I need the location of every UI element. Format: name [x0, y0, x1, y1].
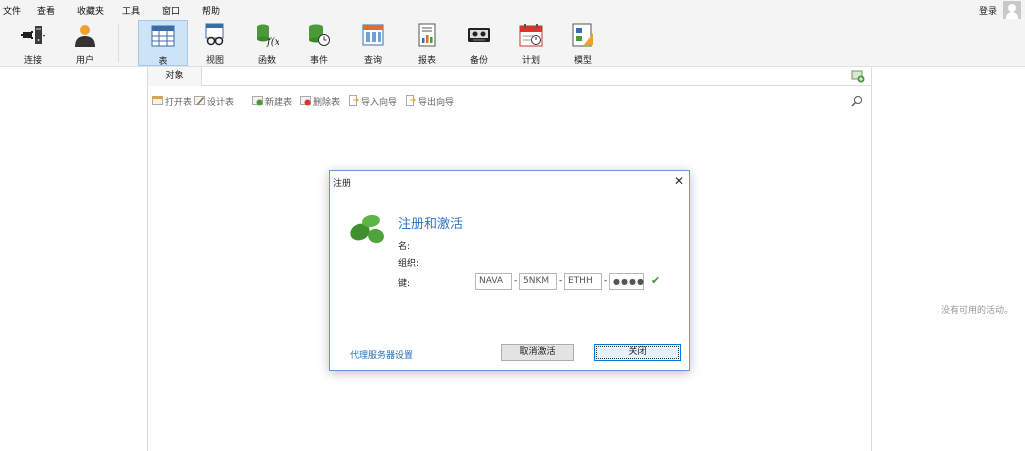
dialog-heading: 注册和激活 — [398, 217, 464, 232]
design-table-icon — [194, 96, 205, 105]
search-icon[interactable] — [851, 95, 863, 107]
table-button[interactable]: 表 — [138, 20, 188, 67]
user-button[interactable]: 用户 — [62, 20, 108, 66]
activity-panel: 没有可用的活动。 — [871, 67, 1025, 451]
model-label: 模型 — [573, 56, 592, 66]
import-wizard-action[interactable]: 导入向导 — [348, 95, 397, 108]
import-wizard-icon — [349, 95, 359, 106]
backup-label: 备份 — [469, 56, 488, 66]
close-button[interactable]: 关闭 — [594, 344, 681, 361]
calendar-icon — [519, 24, 543, 47]
model-icon — [572, 23, 593, 47]
report-label: 报表 — [417, 56, 436, 66]
event-icon — [309, 24, 330, 46]
deactivate-button[interactable]: 取消激活 — [501, 344, 574, 361]
object-tab-bar: 对象 — [148, 67, 871, 86]
import-wizard-label: 导入向导 — [361, 98, 398, 108]
view-icon — [205, 23, 224, 46]
key-field-4[interactable]: ●●●● — [609, 273, 644, 290]
key-separator: - — [514, 276, 518, 286]
key-field-3[interactable]: ETHH — [564, 273, 602, 290]
export-wizard-action[interactable]: 导出向导 — [405, 95, 454, 108]
toolbar-separator — [118, 24, 119, 62]
menu-tools[interactable]: 工具 — [122, 4, 140, 17]
open-table-label: 打开表 — [165, 98, 193, 108]
schedule-label: 计划 — [521, 56, 540, 66]
export-wizard-icon — [406, 95, 416, 106]
menu-bar: 文件 查看 收藏夹 工具 窗口 帮助 登录 — [0, 0, 1025, 20]
menu-view[interactable]: 查看 — [37, 4, 55, 17]
report-icon — [418, 23, 436, 47]
connect-label: 连接 — [23, 56, 42, 66]
registration-dialog: 注册 ✕ 注册和激活 名: 组织: 键: NAVA - 5NKM - ETHH … — [329, 170, 690, 371]
key-field-2[interactable]: 5NKM — [519, 273, 557, 290]
delete-table-label: 删除表 — [313, 98, 341, 108]
query-label: 查询 — [363, 56, 382, 66]
connection-tree-panel[interactable] — [0, 67, 148, 451]
key-label: 键: — [398, 279, 411, 289]
organization-label: 组织: — [398, 259, 420, 269]
report-button[interactable]: 报表 — [404, 20, 450, 66]
user-icon — [75, 25, 95, 47]
menu-help[interactable]: 帮助 — [202, 4, 220, 17]
new-table-icon — [252, 96, 263, 106]
key-field-1[interactable]: NAVA — [475, 273, 512, 290]
function-label: 函数 — [257, 56, 276, 66]
proxy-settings-link[interactable]: 代理服务器设置 — [350, 348, 413, 361]
query-icon — [362, 24, 384, 46]
open-table-action[interactable]: 打开表 — [152, 95, 192, 108]
schedule-button[interactable]: 计划 — [508, 20, 554, 66]
new-tab-icon[interactable] — [851, 70, 865, 83]
event-label: 事件 — [309, 56, 328, 66]
open-table-icon — [152, 96, 163, 105]
event-button[interactable]: 事件 — [296, 20, 342, 66]
connect-button[interactable]: 连接 — [8, 20, 58, 66]
main-toolbar: 连接 用户 表 视图 f(函数 事件 查询 报表 备份 计划 模型 — [0, 20, 1025, 67]
function-button[interactable]: f(x) 函数 — [244, 20, 290, 66]
menu-favorites[interactable]: 收藏夹 — [77, 4, 104, 17]
backup-button[interactable]: 备份 — [456, 20, 502, 66]
navicat-logo-icon — [350, 214, 384, 244]
menu-file[interactable]: 文件 — [3, 4, 21, 17]
svg-text:f(x): f(x) — [266, 37, 279, 47]
user-avatar-icon[interactable] — [1003, 1, 1021, 19]
export-wizard-label: 导出向导 — [418, 98, 455, 108]
design-table-label: 设计表 — [207, 98, 235, 108]
view-button[interactable]: 视图 — [192, 20, 238, 66]
delete-table-icon — [300, 96, 311, 106]
dialog-title: 注册 — [333, 179, 352, 189]
name-label: 名: — [398, 242, 411, 252]
no-activity-text: 没有可用的活动。 — [940, 306, 1013, 316]
table-label: 表 — [158, 57, 168, 67]
model-button[interactable]: 模型 — [560, 20, 606, 66]
tab-objects[interactable]: 对象 — [148, 67, 202, 86]
menu-window[interactable]: 窗口 — [162, 4, 180, 17]
view-label: 视图 — [205, 56, 224, 66]
valid-check-icon: ✔ — [651, 274, 661, 287]
object-toolbar: 打开表 设计表 新建表 删除表 导入向导 导出向导 — [148, 88, 871, 112]
table-icon — [151, 25, 175, 47]
key-separator: - — [604, 276, 608, 286]
new-table-action[interactable]: 新建表 — [252, 95, 292, 108]
close-icon[interactable]: ✕ — [674, 174, 684, 188]
backup-icon — [468, 28, 490, 42]
user-label: 用户 — [75, 56, 94, 66]
design-table-action[interactable]: 设计表 — [194, 95, 234, 108]
new-table-label: 新建表 — [265, 98, 293, 108]
plug-icon — [21, 26, 45, 44]
function-icon: f(x) — [257, 24, 279, 47]
delete-table-action[interactable]: 删除表 — [300, 95, 340, 108]
query-button[interactable]: 查询 — [350, 20, 396, 66]
login-link[interactable]: 登录 — [979, 4, 997, 17]
key-separator: - — [559, 276, 563, 286]
